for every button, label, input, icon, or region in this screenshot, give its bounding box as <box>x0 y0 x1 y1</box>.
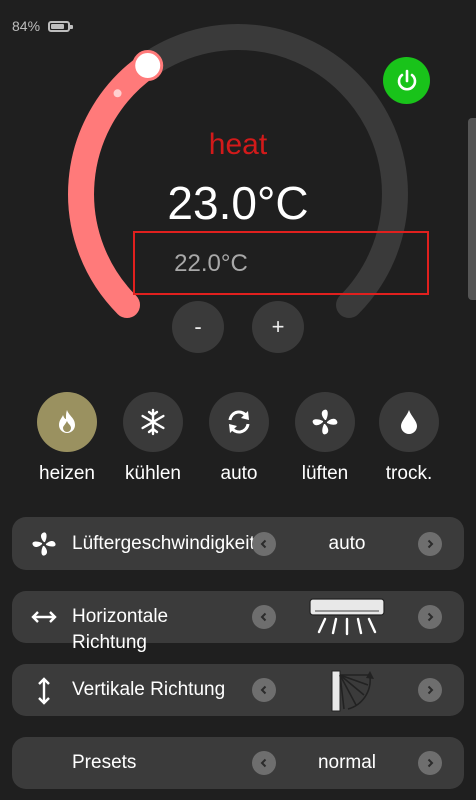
mode-fan-circle <box>295 392 355 452</box>
chevron-right-icon <box>427 685 434 695</box>
chevron-left-icon <box>260 685 267 695</box>
hvac-mode-label: heat <box>208 128 268 161</box>
vertical-arrows-icon <box>36 676 52 706</box>
chevron-left-icon <box>260 758 267 768</box>
fan-icon <box>30 530 58 558</box>
chevron-right-icon <box>427 539 434 549</box>
presets-value: normal <box>317 752 377 773</box>
mode-fan-button[interactable]: lüften <box>280 392 370 485</box>
presets-next-button[interactable] <box>418 751 442 775</box>
fan-icon <box>312 409 338 435</box>
fan-speed-label: Lüftergeschwindigkeit <box>72 533 255 554</box>
mode-heat-label: heizen <box>39 463 95 484</box>
horizontal-direction-prev-button[interactable] <box>252 605 276 629</box>
ac-horizontal-swing-icon <box>309 598 385 641</box>
mode-fan-label: lüften <box>301 463 349 484</box>
decrease-temp-button[interactable]: - <box>172 301 224 353</box>
horizontal-direction-next-button[interactable] <box>418 605 442 629</box>
horizontal-direction-label-line2: Richtung <box>72 632 147 653</box>
chevron-right-icon <box>427 612 434 622</box>
presets-prev-button[interactable] <box>252 751 276 775</box>
fan-speed-next-button[interactable] <box>418 532 442 556</box>
mode-heat-circle <box>37 392 97 452</box>
mode-auto-button[interactable]: auto <box>194 392 284 485</box>
power-button[interactable] <box>383 57 430 104</box>
fan-speed-prev-button[interactable] <box>252 532 276 556</box>
refresh-icon <box>228 410 250 434</box>
mode-dry-circle <box>379 392 439 452</box>
horizontal-direction-label-line1: Horizontale <box>72 606 169 627</box>
vertical-direction-prev-button[interactable] <box>252 678 276 702</box>
mode-cool-button[interactable]: kühlen <box>108 392 198 485</box>
mode-cool-circle <box>123 392 183 452</box>
dial-current-indicator <box>113 89 122 98</box>
dial-handle <box>132 50 164 82</box>
chevron-left-icon <box>260 539 267 549</box>
increase-temp-button[interactable]: + <box>252 301 304 353</box>
mode-heat-button[interactable]: heizen <box>22 392 112 485</box>
hvac-mode-selector: heizen kühlen auto lüften trock. <box>0 392 476 492</box>
mode-dry-label: trock. <box>385 463 433 484</box>
mode-dry-button[interactable]: trock. <box>364 392 454 485</box>
horizontal-direction-card: Horizontale Richtung <box>12 591 464 653</box>
vertical-direction-label: Vertikale Richtung <box>72 679 226 700</box>
mode-auto-circle <box>209 392 269 452</box>
vertical-direction-card: Vertikale Richtung <box>12 664 464 716</box>
current-temperature: 23.0°C <box>167 177 309 229</box>
target-temperature: 22.0°C <box>174 250 248 277</box>
flame-icon <box>59 410 75 433</box>
horizontal-arrows-icon <box>30 607 58 627</box>
snowflake-icon <box>141 408 165 436</box>
chevron-left-icon <box>260 612 267 622</box>
chevron-right-icon <box>427 758 434 768</box>
power-icon <box>397 69 416 90</box>
vertical-swing-icon <box>330 669 378 718</box>
droplet-icon <box>401 410 417 434</box>
fan-speed-value: auto <box>328 533 366 554</box>
fan-speed-card: Lüftergeschwindigkeit auto <box>12 517 464 570</box>
presets-label: Presets <box>72 752 137 773</box>
vertical-direction-next-button[interactable] <box>418 678 442 702</box>
mode-auto-label: auto <box>220 463 258 484</box>
presets-card: Presets normal <box>12 737 464 789</box>
mode-cool-label: kühlen <box>125 463 181 484</box>
